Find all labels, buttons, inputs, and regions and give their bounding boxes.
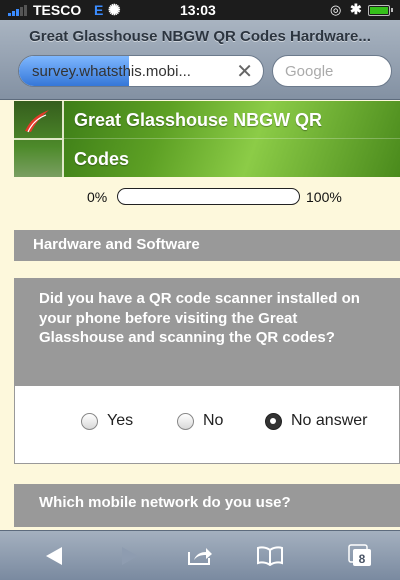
forward-arrow-icon <box>122 547 138 565</box>
url-field[interactable]: survey.whatsthis.mobi... ✕ <box>18 55 264 87</box>
browser-toolbar: 8 <box>0 530 400 580</box>
survey-progress: 0% 100% <box>14 183 400 213</box>
forward-button[interactable] <box>100 531 160 580</box>
network-activity-icon: ✺ <box>108 2 121 19</box>
radio-no[interactable] <box>177 412 194 430</box>
option-no-label: No <box>203 412 224 429</box>
tabs-icon: 8 <box>348 544 371 566</box>
option-no-answer-label: No answer <box>291 412 368 429</box>
option-no[interactable]: No <box>177 412 223 430</box>
bluetooth-icon: ✱ <box>350 1 362 17</box>
question-card-next: Which mobile network do you use? <box>14 484 400 527</box>
question-text-next: Which mobile network do you use? <box>39 494 291 511</box>
back-button[interactable] <box>24 531 84 580</box>
page-title: Great Glasshouse NBGW QR Codes Hardware.… <box>29 28 371 45</box>
url-text: survey.whatsthis.mobi... <box>32 63 191 80</box>
question-text: Did you have a QR code scanner installed… <box>15 279 399 386</box>
option-yes[interactable]: Yes <box>81 412 133 430</box>
carrier-name: TESCO <box>33 2 82 18</box>
progress-bar <box>117 188 300 205</box>
network-type: E <box>94 2 104 18</box>
clear-url-icon[interactable]: ✕ <box>236 59 253 84</box>
question-card: Did you have a QR code scanner installed… <box>14 278 400 464</box>
search-field[interactable]: Google <box>272 55 392 87</box>
browser-chrome: Great Glasshouse NBGW QR Codes Hardware.… <box>0 20 400 100</box>
tabs-count: 8 <box>359 552 366 566</box>
bookmarks-icon <box>257 546 283 566</box>
clock: 13:03 <box>180 2 216 18</box>
banner-title-line1: Great Glasshouse NBGW QR <box>74 110 323 130</box>
option-yes-label: Yes <box>107 412 134 429</box>
share-button[interactable] <box>170 531 230 580</box>
site-banner: Great Glasshouse NBGW QR Codes <box>14 101 400 177</box>
battery-icon <box>368 5 393 16</box>
section-header: Hardware and Software <box>14 230 400 261</box>
answer-options: Yes No No answer <box>15 386 399 464</box>
status-bar: TESCO E ✺ 13:03 ◎ ✱ <box>0 0 400 20</box>
progress-min-label: 0% <box>87 189 108 205</box>
tabs-button[interactable]: 8 <box>330 531 390 580</box>
progress-max-label: 100% <box>306 189 342 205</box>
option-no-answer[interactable]: No answer <box>265 412 367 430</box>
radio-yes[interactable] <box>81 412 98 430</box>
share-icon <box>188 548 212 565</box>
radio-no-answer[interactable] <box>265 412 282 430</box>
search-placeholder: Google <box>285 63 334 80</box>
rotation-lock-icon: ◎ <box>330 2 342 17</box>
banner-title-line2: Codes <box>74 149 130 169</box>
bookmarks-button[interactable] <box>240 531 300 580</box>
back-arrow-icon <box>46 547 62 565</box>
